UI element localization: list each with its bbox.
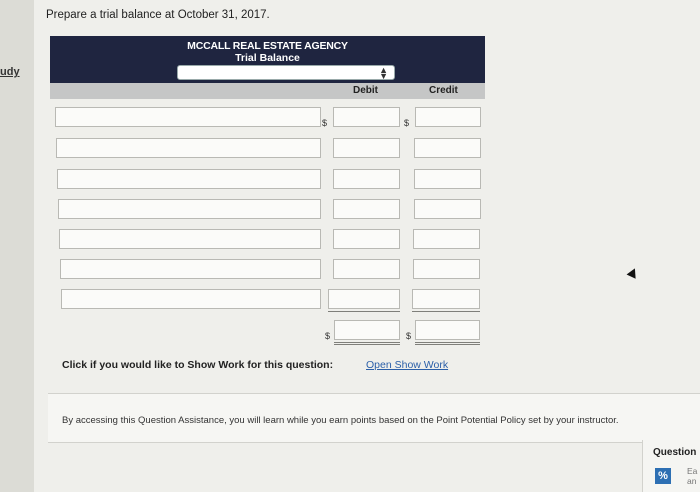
credit-input-4[interactable] <box>414 199 481 219</box>
open-show-work-link[interactable]: Open Show Work <box>366 359 448 371</box>
debit-input-7[interactable] <box>328 289 400 309</box>
question-assistance-box: By accessing this Question Assistance, y… <box>48 393 700 443</box>
credit-column-header: Credit <box>429 85 458 96</box>
credit-input-2[interactable] <box>414 138 481 158</box>
account-input-7[interactable] <box>61 289 321 309</box>
credit-dollar-sign: $ <box>404 118 410 128</box>
panel-text-line-1: Ea <box>687 466 698 476</box>
credit-input-7[interactable] <box>412 289 480 309</box>
question-label: Question <box>653 447 697 458</box>
mouse-cursor-icon <box>626 266 640 279</box>
debit-input-3[interactable] <box>333 169 400 189</box>
total-debit-input[interactable] <box>334 320 400 340</box>
total-credit-dollar-sign: $ <box>406 331 412 341</box>
debit-total-double-rule <box>334 342 400 345</box>
question-assistance-panel: Question % Ea an <box>642 440 700 492</box>
credit-input-1[interactable] <box>415 107 481 127</box>
select-arrows-icon: ▲ ▼ <box>379 65 388 81</box>
left-sidebar: udy <box>0 0 35 492</box>
account-input-1[interactable] <box>55 107 321 127</box>
account-input-4[interactable] <box>58 199 321 219</box>
account-input-6[interactable] <box>60 259 321 279</box>
question-prompt: Prepare a trial balance at October 31, 2… <box>46 9 270 21</box>
account-input-2[interactable] <box>56 138 321 158</box>
company-name: MCCALL REAL ESTATE AGENCY <box>187 40 348 52</box>
credit-total-double-rule <box>415 342 480 345</box>
account-input-3[interactable] <box>57 169 321 189</box>
total-credit-input[interactable] <box>415 320 480 340</box>
debit-column-header: Debit <box>353 85 378 96</box>
main-content: Prepare a trial balance at October 31, 2… <box>34 0 700 492</box>
debit-input-4[interactable] <box>333 199 400 219</box>
debit-input-5[interactable] <box>333 229 400 249</box>
credit-input-6[interactable] <box>413 259 480 279</box>
date-select[interactable]: ▲ ▼ <box>177 65 395 81</box>
panel-truncated-text: Ea an <box>687 466 697 486</box>
assistance-text: By accessing this Question Assistance, y… <box>62 415 619 426</box>
sidebar-study-link[interactable]: udy <box>0 66 20 78</box>
percent-icon[interactable]: % <box>655 468 671 484</box>
show-work-prompt: Click if you would like to Show Work for… <box>62 359 334 371</box>
panel-text-line-2: an <box>687 476 697 486</box>
credit-subtotal-rule <box>412 311 480 312</box>
trial-balance-header: MCCALL REAL ESTATE AGENCY Trial Balance … <box>50 36 485 83</box>
debit-dollar-sign: $ <box>322 118 328 128</box>
account-input-5[interactable] <box>59 229 321 249</box>
debit-subtotal-rule <box>328 311 400 312</box>
statement-title: Trial Balance <box>235 52 300 64</box>
debit-input-6[interactable] <box>333 259 400 279</box>
column-header-row: Debit Credit <box>50 83 485 99</box>
debit-input-1[interactable] <box>333 107 400 127</box>
total-debit-dollar-sign: $ <box>325 331 331 341</box>
credit-input-3[interactable] <box>414 169 481 189</box>
credit-input-5[interactable] <box>413 229 480 249</box>
debit-input-2[interactable] <box>333 138 400 158</box>
